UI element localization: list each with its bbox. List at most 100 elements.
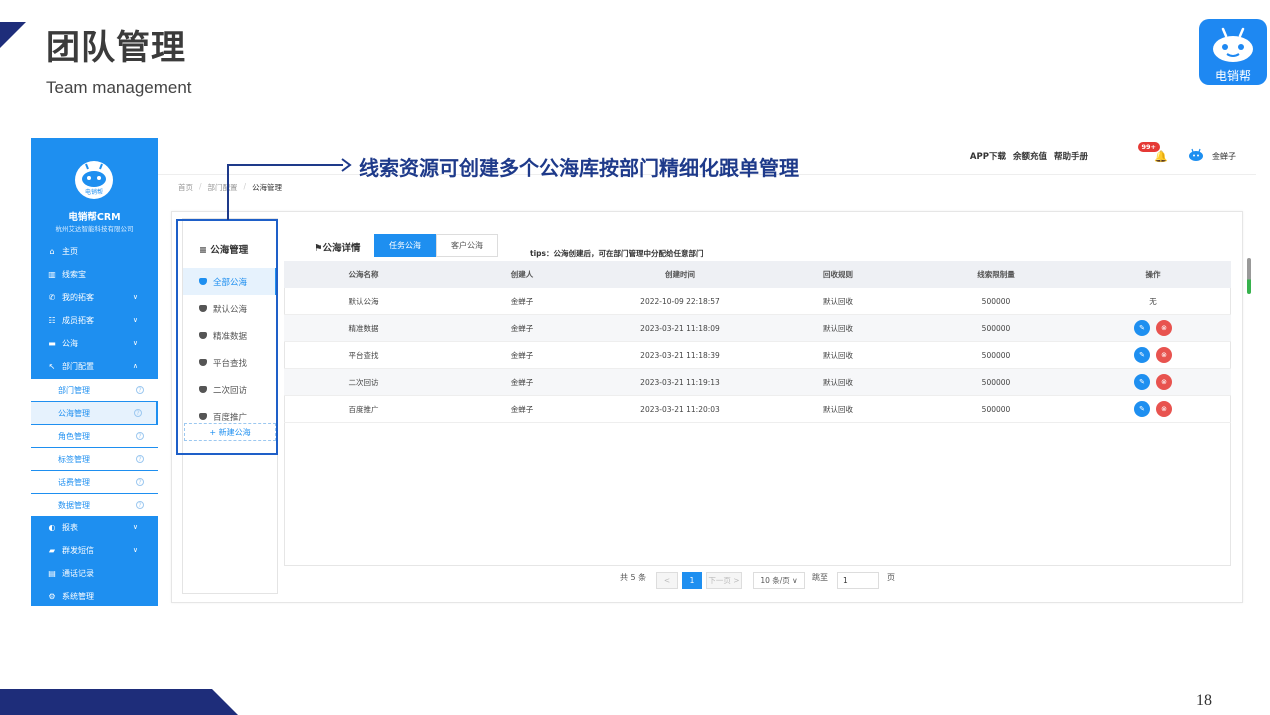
highlight-box bbox=[176, 219, 278, 455]
avatar[interactable] bbox=[1188, 148, 1204, 162]
jump-suffix: 页 bbox=[887, 573, 895, 582]
sidebar-item-reports[interactable]: ◐ 报表 ∨ bbox=[31, 517, 158, 537]
corner-decoration bbox=[0, 22, 26, 48]
table-row: 百度推广 金蝉子 2023-03-21 11:20:03 默认回收 500000… bbox=[284, 396, 1231, 423]
jump-label: 跳至 bbox=[812, 573, 828, 582]
sidebar-item-label: 主页 bbox=[62, 246, 78, 256]
cell-name: 默认公海 bbox=[348, 296, 379, 306]
table-header: 公海名称 创建人 创建时间 回收规则 线索限制量 操作 bbox=[284, 261, 1231, 288]
cell-time: 2023-03-21 11:19:13 bbox=[640, 377, 720, 387]
row-actions: ✎ ⊗ bbox=[1075, 374, 1231, 390]
sidebar-subitem-label: 公海管理 bbox=[58, 408, 90, 418]
pagination-prev[interactable]: < bbox=[656, 572, 678, 589]
scrollbar[interactable] bbox=[1247, 258, 1251, 294]
sidebar-item-my-prospects[interactable]: ✆ 我的拓客 ∨ bbox=[31, 287, 158, 307]
cell-time: 2022-10-09 22:18:57 bbox=[640, 296, 720, 306]
cell-creator: 金蝉子 bbox=[510, 377, 534, 387]
username[interactable]: 金蝉子 bbox=[1212, 151, 1236, 162]
pagination-total: 共 5 条 bbox=[620, 573, 647, 582]
breadcrumb: 首页 / 部门配置 / 公海管理 bbox=[178, 182, 282, 193]
table-row: 二次回访 金蝉子 2023-03-21 11:19:13 默认回收 500000… bbox=[284, 369, 1231, 396]
chevron-down-icon: ∨ bbox=[132, 546, 138, 554]
pagination-next[interactable]: 下一页 > bbox=[706, 572, 742, 589]
pagination-page-1[interactable]: 1 bbox=[682, 572, 702, 589]
chevron-up-icon: ∧ bbox=[132, 362, 138, 370]
breadcrumb-dept-config[interactable]: 部门配置 bbox=[208, 182, 238, 193]
sidebar-subitem-data-mgmt[interactable]: 数据管理 ? bbox=[31, 494, 158, 516]
sidebar-subitem-tag-mgmt[interactable]: 标签管理 ? bbox=[31, 448, 158, 470]
sidebar-subitem-dept-mgmt[interactable]: 部门管理 ? bbox=[31, 379, 158, 401]
edit-icon[interactable]: ✎ bbox=[1134, 320, 1150, 336]
sidebar-item-bulk-sms[interactable]: ▰ 群发短信 ∨ bbox=[31, 540, 158, 560]
sidebar-item-call-records[interactable]: ▤ 通话记录 bbox=[31, 563, 158, 583]
column-header: 创建时间 bbox=[665, 270, 695, 279]
delete-icon[interactable]: ⊗ bbox=[1156, 347, 1172, 363]
help-icon: ? bbox=[136, 386, 144, 394]
cell-name: 精准数据 bbox=[348, 323, 379, 333]
sidebar-item-public-pool[interactable]: ▬ 公海 ∨ bbox=[31, 333, 158, 353]
slide-title: 团队管理 bbox=[46, 28, 186, 68]
app-download-link[interactable]: APP下载 bbox=[970, 150, 1006, 162]
sidebar-subitem-role-mgmt[interactable]: 角色管理 ? bbox=[31, 425, 158, 447]
edit-icon[interactable]: ✎ bbox=[1134, 401, 1150, 417]
sidebar-item-home[interactable]: ⌂ 主页 bbox=[31, 241, 158, 261]
sidebar-item-label: 报表 bbox=[62, 522, 78, 532]
brand-logo: 电销帮 bbox=[1199, 19, 1267, 85]
cell-creator: 金蝉子 bbox=[510, 350, 534, 360]
report-icon: ◐ bbox=[48, 522, 56, 532]
help-icon: ? bbox=[136, 478, 144, 486]
sidebar-item-label: 我的拓客 bbox=[62, 292, 94, 302]
sidebar-subitem-fee-mgmt[interactable]: 话费管理 ? bbox=[31, 471, 158, 493]
sidebar-item-member-prospects[interactable]: ☷ 成员拓客 ∨ bbox=[31, 310, 158, 330]
help-icon: ? bbox=[136, 455, 144, 463]
cell-op: 无 bbox=[1149, 296, 1157, 306]
chevron-down-icon: ∨ bbox=[132, 339, 138, 347]
sidebar-subitem-label: 部门管理 bbox=[58, 385, 90, 395]
recharge-link[interactable]: 余额充值 bbox=[1013, 150, 1047, 162]
page-size-select[interactable]: 10 条/页 ∨ bbox=[753, 572, 805, 589]
sidebar-item-leads[interactable]: ▥ 线索宝 bbox=[31, 264, 158, 284]
sidebar-subitem-label: 角色管理 bbox=[58, 431, 90, 441]
annotation-connector bbox=[227, 164, 343, 166]
tab-customer-pool[interactable]: 客户公海 bbox=[436, 234, 498, 257]
bell-icon[interactable]: 🔔 bbox=[1154, 150, 1168, 163]
sidebar-item-dept-config[interactable]: ↖ 部门配置 ∧ bbox=[31, 356, 158, 376]
crm-screenshot: 电销帮 电销帮CRM 杭州艾达智能科技有限公司 ⌂ 主页 ▥ 线索宝 ✆ 我的拓… bbox=[31, 138, 1256, 606]
delete-icon[interactable]: ⊗ bbox=[1156, 320, 1172, 336]
gear-icon: ⚙ bbox=[48, 591, 56, 601]
delete-icon[interactable]: ⊗ bbox=[1156, 374, 1172, 390]
sidebar-logo-icon: 电销帮 bbox=[75, 161, 113, 199]
cell-time: 2023-03-21 11:20:03 bbox=[640, 404, 720, 414]
breadcrumb-home[interactable]: 首页 bbox=[178, 182, 193, 193]
breadcrumb-current: 公海管理 bbox=[252, 183, 283, 192]
cell-limit: 500000 bbox=[981, 404, 1011, 414]
row-actions: ✎ ⊗ bbox=[1075, 347, 1231, 363]
phone-icon: ✆ bbox=[48, 292, 56, 302]
edit-icon[interactable]: ✎ bbox=[1134, 374, 1150, 390]
row-actions: ✎ ⊗ bbox=[1075, 320, 1231, 336]
cell-rule: 默认回收 bbox=[823, 350, 853, 360]
jump-page-input[interactable]: 1 bbox=[837, 572, 879, 589]
notification-badge: 99+ bbox=[1137, 142, 1160, 152]
chevron-down-icon: ∨ bbox=[132, 293, 138, 301]
tab-task-pool[interactable]: 任务公海 bbox=[374, 234, 436, 257]
help-icon: ? bbox=[134, 409, 142, 417]
table-row: 默认公海 金蝉子 2022-10-09 22:18:57 默认回收 500000… bbox=[284, 288, 1231, 315]
help-manual-link[interactable]: 帮助手册 bbox=[1054, 150, 1088, 162]
breadcrumb-separator: / bbox=[199, 182, 202, 191]
cell-creator: 金蝉子 bbox=[510, 296, 534, 306]
pool-table: 公海名称 创建人 创建时间 回收规则 线索限制量 操作 默认公海 金蝉子 202… bbox=[284, 261, 1231, 423]
sidebar-subitem-pool-mgmt[interactable]: 公海管理 ? bbox=[31, 402, 158, 424]
sidebar-item-system[interactable]: ⚙ 系统管理 bbox=[31, 586, 158, 606]
delete-icon[interactable]: ⊗ bbox=[1156, 401, 1172, 417]
arrow-right-icon bbox=[341, 158, 352, 172]
sidebar-subitem-label: 标签管理 bbox=[58, 454, 90, 464]
folder-icon: ▬ bbox=[48, 338, 56, 348]
robot-face-icon bbox=[1213, 27, 1253, 62]
cell-rule: 默认回收 bbox=[823, 404, 853, 414]
sidebar-subitem-label: 话费管理 bbox=[58, 477, 90, 487]
column-header: 操作 bbox=[1145, 270, 1161, 279]
edit-icon[interactable]: ✎ bbox=[1134, 347, 1150, 363]
cell-creator: 金蝉子 bbox=[510, 404, 534, 414]
help-icon: ? bbox=[136, 501, 144, 509]
